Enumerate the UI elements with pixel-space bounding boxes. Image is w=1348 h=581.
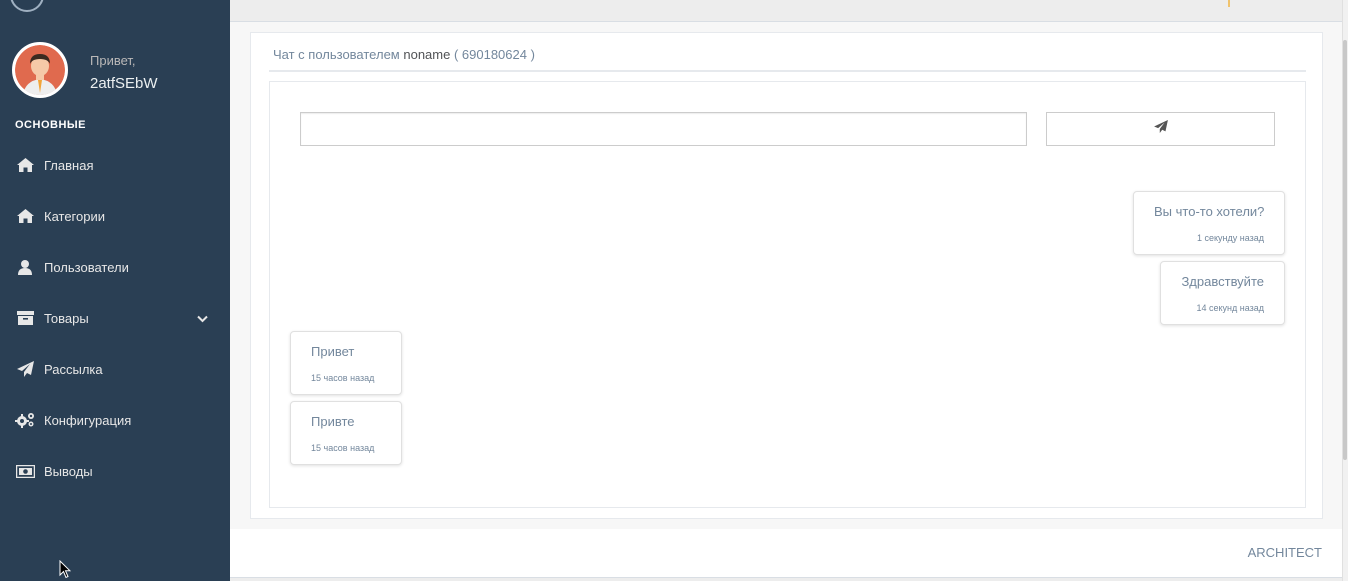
chat-message: Привте 15 часов назад [290, 401, 402, 465]
paper-plane-icon [15, 361, 35, 377]
greeting-label: Привет, [90, 53, 136, 68]
scrollbar-thumb[interactable] [1343, 40, 1347, 460]
sidebar-item-products[interactable]: Товары [0, 298, 230, 338]
sidebar-item-mailing[interactable]: Рассылка [0, 349, 230, 389]
message-time: 15 часов назад [311, 443, 375, 453]
username-label: 2atfSEbW [90, 75, 158, 92]
message-text: Привте [311, 414, 355, 429]
chat-message: Вы что-то хотели? 1 секунду назад [1133, 191, 1285, 255]
avatar [12, 42, 68, 98]
chat-message: Здравствуйте 14 секунд назад [1160, 261, 1285, 325]
sidebar-item-withdrawals[interactable]: Выводы [0, 451, 230, 491]
message-time: 14 секунд назад [1196, 303, 1264, 313]
divider [269, 70, 1306, 72]
message-time: 1 секунду назад [1196, 233, 1264, 243]
sidebar-item-home[interactable]: Главная [0, 145, 230, 185]
chat-panel: Чат с пользователем noname ( 690180624 )… [250, 32, 1323, 519]
logo-icon[interactable] [10, 0, 44, 12]
menu-section-title: ОСНОВНЫЕ [15, 119, 86, 131]
sidebar-item-configuration[interactable]: Конфигурация [0, 400, 230, 440]
archive-icon [15, 311, 35, 325]
top-nav [230, 0, 1342, 22]
sidebar-item-categories[interactable]: Категории [0, 196, 230, 236]
money-icon [15, 464, 35, 478]
home-icon [15, 209, 35, 223]
sidebar-item-label: Категории [44, 208, 105, 224]
chat-box: Вы что-то хотели? 1 секунду назад Здравс… [269, 81, 1306, 508]
gears-icon [15, 412, 35, 428]
sidebar: Привет, 2atfSEbW ОСНОВНЫЕ Главная Катего… [0, 0, 230, 581]
sidebar-item-label: Конфигурация [44, 412, 132, 428]
message-text: Вы что-то хотели? [1154, 204, 1265, 219]
home-icon [15, 158, 35, 172]
notification-mark[interactable] [1228, 0, 1230, 7]
bottom-border [230, 577, 1342, 581]
message-input[interactable] [300, 112, 1027, 146]
chevron-down-icon [197, 311, 208, 326]
panel-title: Чат с пользователем noname ( 690180624 ) [273, 47, 535, 62]
message-text: Здравствуйте [1181, 274, 1264, 289]
chat-message: Привет 15 часов назад [290, 331, 402, 395]
panel-title-suffix: ( 690180624 ) [450, 47, 535, 62]
sidebar-item-label: Выводы [44, 463, 93, 479]
mouse-cursor-icon [59, 559, 72, 581]
message-text: Привет [311, 344, 355, 359]
sidebar-item-label: Пользователи [44, 259, 129, 275]
footer: ARCHITECT [230, 529, 1342, 577]
sidebar-item-label: Главная [44, 157, 94, 173]
sidebar-item-label: Товары [44, 310, 89, 326]
send-button[interactable] [1046, 112, 1275, 146]
user-icon [15, 259, 35, 275]
paper-plane-icon [1153, 120, 1168, 138]
panel-title-prefix: Чат с пользователем [273, 47, 404, 62]
panel-title-user: noname [403, 47, 451, 62]
footer-brand: ARCHITECT [1247, 545, 1322, 560]
sidebar-item-users[interactable]: Пользователи [0, 247, 230, 287]
message-time: 15 часов назад [311, 373, 375, 383]
sidebar-item-label: Рассылка [44, 361, 103, 377]
